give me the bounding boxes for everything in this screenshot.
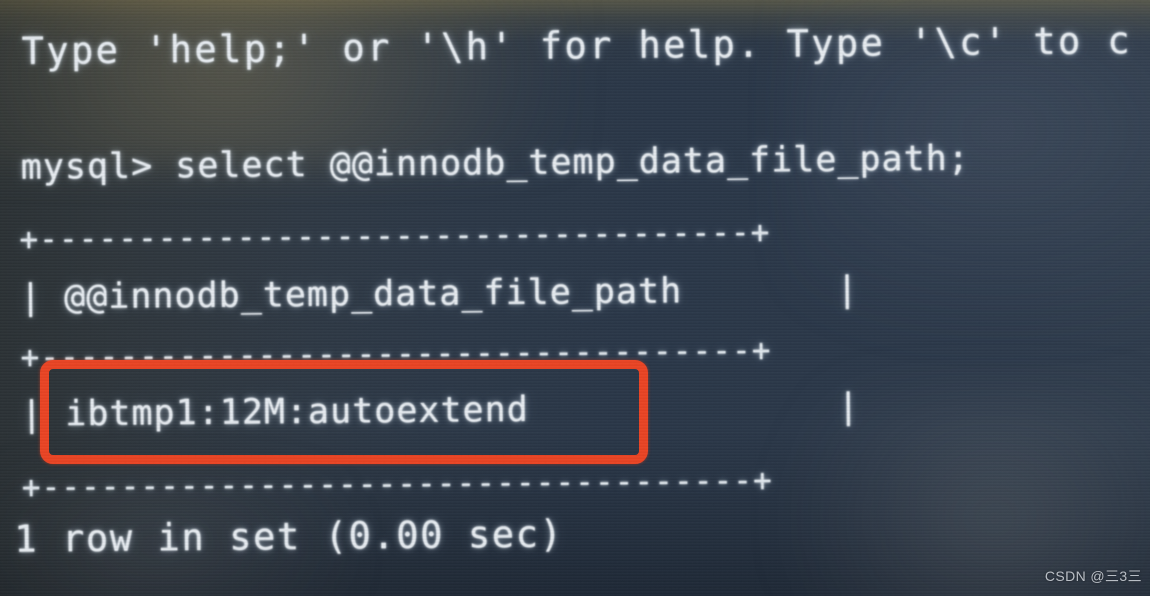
terminal-output: Type 'help;' or '\h' for help. Type '\c'…	[0, 0, 1150, 596]
csdn-watermark: CSDN @三3三	[1044, 568, 1142, 584]
terminal-line-status: 1 row in set (0.00 sec)	[14, 512, 564, 561]
result-table-separator-top: +------------------------------------+	[19, 214, 771, 258]
terminal-line-help-hint: Type 'help;' or '\h' for help. Type '\c'…	[21, 19, 1133, 73]
terminal-photo-screen: Type 'help;' or '\h' for help. Type '\c'…	[0, 0, 1150, 596]
result-table-separator-bottom: +------------------------------------+	[21, 462, 773, 506]
terminal-line-prompt-command: mysql> select @@innodb_temp_data_file_pa…	[20, 138, 970, 188]
red-highlight-box	[40, 360, 648, 464]
result-table-header-row: | @@innodb_temp_data_file_path |	[19, 269, 859, 318]
